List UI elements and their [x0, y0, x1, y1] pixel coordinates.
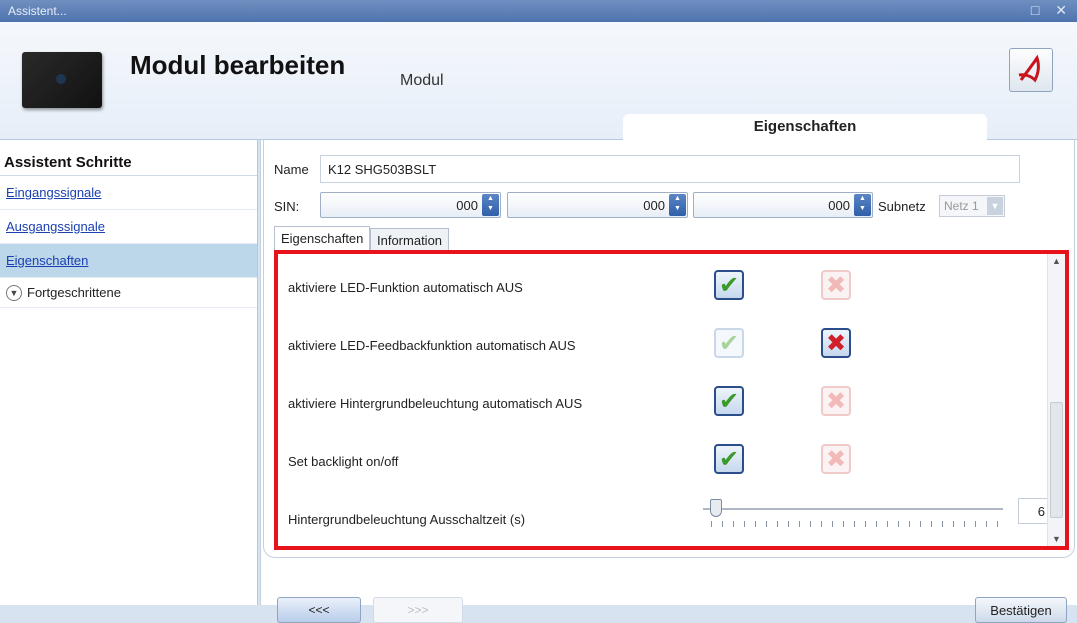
- chevron-down-icon: ▼: [987, 197, 1003, 215]
- enable-check-icon[interactable]: ✔: [714, 444, 744, 474]
- sin-field-1[interactable]: 000 ▲ ▼: [320, 192, 501, 218]
- page-subtitle: Modul: [400, 72, 444, 89]
- disable-cross-icon[interactable]: ✖: [821, 270, 851, 300]
- disable-cross-icon[interactable]: ✖: [821, 386, 851, 416]
- settings-list: aktiviere LED-Funktion automatisch AUS ✔…: [274, 250, 1069, 550]
- subnet-select[interactable]: Netz 1 ▼: [939, 195, 1005, 217]
- name-input[interactable]: K12 SHG503BSLT: [320, 155, 1020, 183]
- header-tab-properties[interactable]: Eigenschaften: [623, 114, 987, 140]
- previous-button[interactable]: <<<: [277, 597, 361, 623]
- sidebar-item-properties[interactable]: Eigenschaften: [0, 244, 257, 278]
- sidebar-item-output-signals[interactable]: Ausgangssignale: [0, 210, 257, 244]
- setting-label: aktiviere LED-Funktion automatisch AUS: [288, 280, 523, 295]
- slider-ticks: [711, 521, 1001, 527]
- timeout-value-input[interactable]: 6: [1018, 498, 1050, 524]
- tab-information[interactable]: Information: [370, 228, 450, 252]
- page-title: Modul bearbeiten: [130, 50, 346, 80]
- tab-properties[interactable]: Eigenschaften: [274, 226, 371, 252]
- sidebar-heading: Assistent Schritte: [0, 140, 257, 176]
- scroll-down-icon[interactable]: ▼: [1048, 534, 1065, 544]
- window-title-bar: Assistent... □ ✕: [0, 0, 1077, 22]
- spinner-icon[interactable]: ▲ ▼: [482, 194, 499, 216]
- pdf-icon[interactable]: [1009, 48, 1053, 92]
- main-panel: Name K12 SHG503BSLT SIN: 000 ▲ ▼ 000 ▲ ▼ 000…: [260, 140, 1077, 623]
- window-controls[interactable]: □ ✕: [1031, 2, 1073, 19]
- disable-cross-icon[interactable]: ✖: [821, 444, 851, 474]
- enable-check-icon[interactable]: ✔: [714, 270, 744, 300]
- device-image: [22, 52, 102, 108]
- name-label: Name: [274, 162, 309, 177]
- chevron-down-icon[interactable]: ▼: [6, 284, 22, 301]
- setting-label: aktiviere Hintergrundbeleuchtung automat…: [288, 396, 583, 411]
- vertical-scrollbar[interactable]: ▲ ▼: [1047, 254, 1065, 546]
- sidebar: Assistent Schritte Eingangssignale Ausga…: [0, 140, 258, 605]
- sin-field-2[interactable]: 000 ▲ ▼: [507, 192, 688, 218]
- confirm-button[interactable]: Bestätigen: [975, 597, 1067, 623]
- sidebar-item-input-signals[interactable]: Eingangssignale: [0, 176, 257, 210]
- window-title: Assistent...: [8, 4, 67, 18]
- setting-label: aktiviere LED-Feedbackfunktion automatis…: [288, 338, 576, 353]
- timeout-slider-track[interactable]: [703, 508, 1003, 510]
- spinner-icon[interactable]: ▲ ▼: [854, 194, 871, 216]
- sidebar-item-advanced[interactable]: ▼ Fortgeschrittene: [0, 278, 257, 308]
- disable-cross-icon[interactable]: ✖: [821, 328, 851, 358]
- scroll-thumb[interactable]: [1050, 402, 1063, 518]
- enable-check-icon[interactable]: ✔: [714, 386, 744, 416]
- timeout-slider-thumb[interactable]: [710, 499, 722, 517]
- sin-field-3[interactable]: 000 ▲ ▼: [693, 192, 873, 218]
- next-button[interactable]: >>>: [373, 597, 463, 623]
- header: Modul bearbeiten Modul Eigenschaften: [0, 22, 1077, 140]
- scroll-up-icon[interactable]: ▲: [1048, 254, 1065, 266]
- enable-check-icon[interactable]: ✔: [714, 328, 744, 358]
- properties-panel: Name K12 SHG503BSLT SIN: 000 ▲ ▼ 000 ▲ ▼ 000…: [263, 140, 1075, 558]
- spinner-icon[interactable]: ▲ ▼: [669, 194, 686, 216]
- setting-label: Set backlight on/off: [288, 454, 399, 469]
- slider-label: Hintergrundbeleuchtung Ausschaltzeit (s): [288, 512, 526, 527]
- sin-label: SIN:: [274, 199, 300, 214]
- subnet-label: Subnetz: [878, 199, 926, 214]
